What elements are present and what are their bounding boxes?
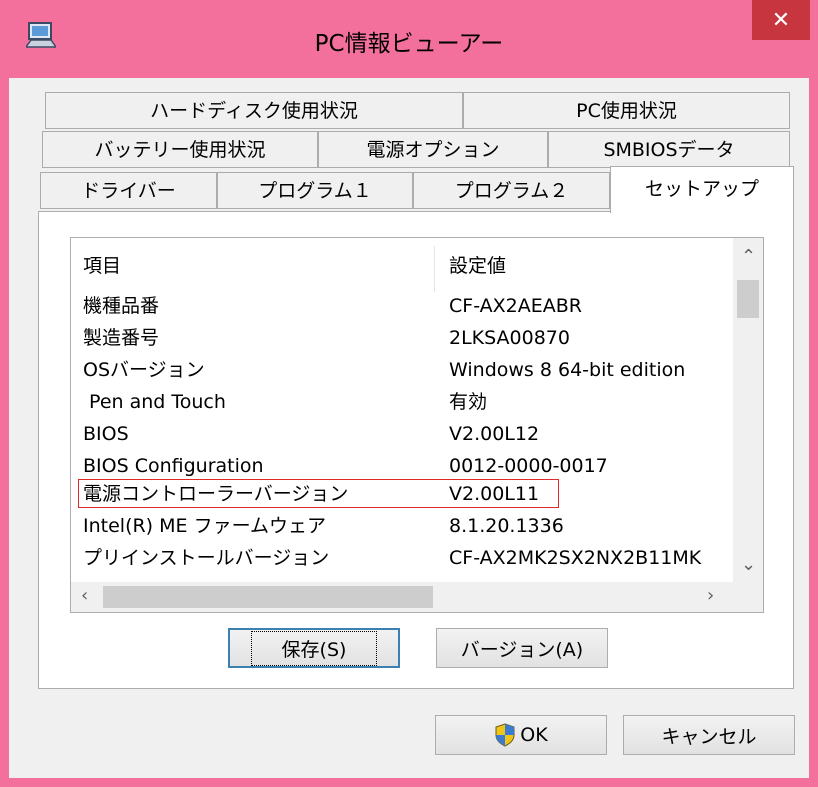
close-icon: ✕ [771,7,791,33]
column-separator[interactable] [434,246,435,292]
cancel-button[interactable]: キャンセル [623,715,795,755]
item-value: 8.1.20.1336 [449,515,564,537]
vertical-scrollbar[interactable]: ⌃ ⌄ [733,238,763,582]
tab-hdd-usage[interactable]: ハードディスク使用状況 [45,92,463,129]
tab-pc-usage[interactable]: PC使用状況 [463,92,790,129]
save-button[interactable]: 保存(S) [228,628,400,668]
column-header-item[interactable]: 項目 [83,250,121,282]
tab-smbios-data[interactable]: SMBIOSデータ [548,131,790,168]
tab-battery-usage[interactable]: バッテリー使用状況 [42,131,318,168]
horizontal-scrollbar[interactable]: ‹ › [71,582,733,612]
item-name: プリインストールバージョン [83,547,330,569]
scroll-left-icon[interactable]: ‹ [81,585,88,606]
scroll-right-icon[interactable]: › [707,585,714,606]
item-name: BIOS [83,423,129,445]
column-header-value[interactable]: 設定値 [449,250,506,282]
item-name: 機種品番 [83,295,160,317]
close-button[interactable]: ✕ [752,0,810,40]
uac-shield-icon [495,723,515,747]
item-value: Windows 8 64-bit edition [449,359,686,381]
tab-setup[interactable]: セットアップ [610,166,794,213]
item-name: Pen and Touch [83,391,226,413]
save-button-label: 保存(S) [250,630,378,666]
item-name: Intel(R) ME ファームウェア [83,515,326,537]
tab-drivers[interactable]: ドライバー [40,172,217,209]
setup-list-view[interactable]: 項目 設定値 機種品番 CF-AX2AEABR 製造番号 2LKSA00870 … [70,237,764,613]
ok-button[interactable]: OK [435,715,607,755]
version-button[interactable]: バージョン(A) [436,628,608,668]
title-bar[interactable]: PC情報ビューアー ✕ [0,0,818,78]
tab-power-options[interactable]: 電源オプション [318,131,548,168]
item-value: 有効 [449,391,488,413]
item-value: CF-AX2AEABR [449,295,582,317]
scroll-up-icon[interactable]: ⌃ [741,246,756,267]
vertical-scroll-thumb[interactable] [737,280,759,318]
ok-button-label: OK [520,724,548,746]
item-name: 電源コントローラーバージョン [83,483,349,505]
item-value: CF-AX2MK2SX2NX2B11MK [449,547,702,569]
tab-programs-1[interactable]: プログラム１ [217,172,413,209]
item-value: 2LKSA00870 [449,327,570,349]
scroll-corner [733,582,763,612]
item-name: 製造番号 [83,327,160,349]
scroll-down-icon[interactable]: ⌄ [741,554,756,575]
tab-programs-2[interactable]: プログラム２ [413,172,610,209]
item-value: V2.00L11 [449,483,540,505]
window-title: PC情報ビューアー [314,31,504,57]
horizontal-scroll-thumb[interactable] [103,586,433,608]
item-name: OSバージョン [83,359,205,381]
item-value: V2.00L12 [449,423,540,445]
